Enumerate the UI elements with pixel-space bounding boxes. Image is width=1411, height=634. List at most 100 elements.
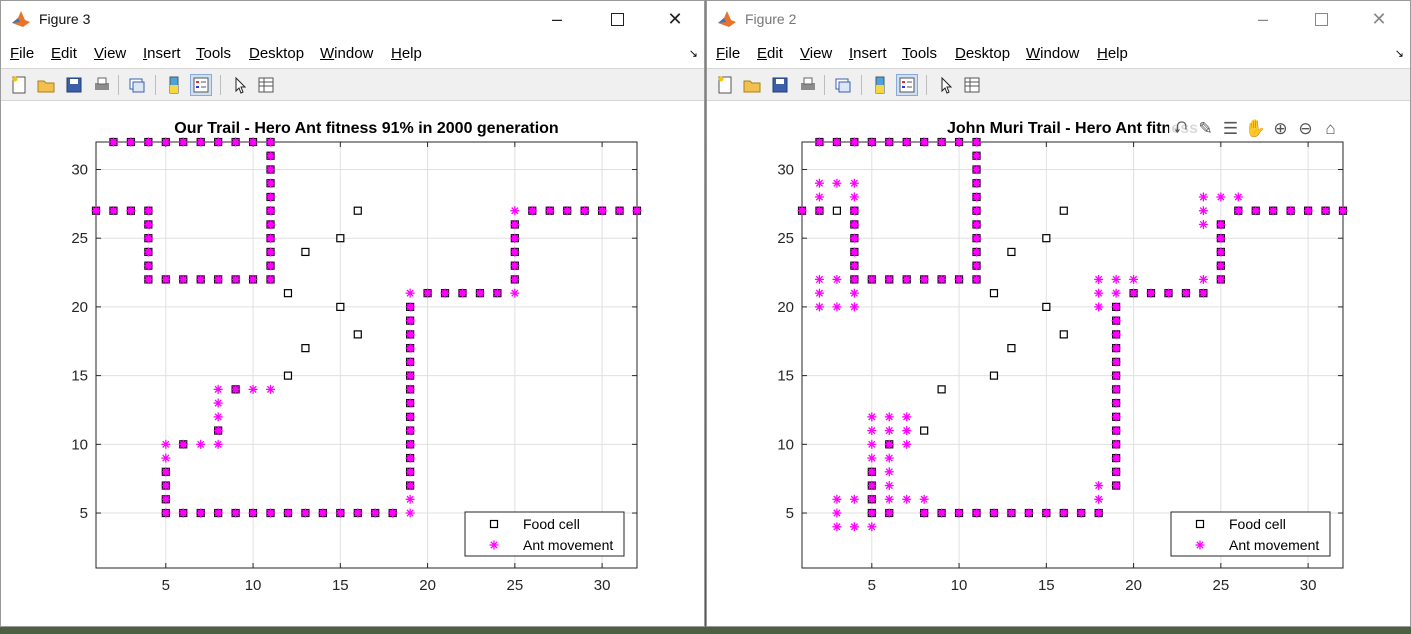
ant-movement-marker (213, 508, 223, 518)
menu-tools[interactable]: Tools (196, 45, 231, 62)
zoom-out-icon[interactable]: ⊖ (1294, 118, 1317, 140)
ant-movement-marker (405, 412, 415, 422)
title-bar[interactable]: Figure 2 – ✕ (707, 1, 1410, 37)
food-cell-marker (989, 289, 999, 298)
y-tick-label: 10 (71, 436, 88, 453)
y-tick-label: 20 (777, 299, 794, 316)
menu-file[interactable]: File (716, 45, 740, 62)
x-tick-label: 10 (951, 577, 968, 594)
x-tick-label: 5 (868, 577, 876, 594)
link-plot-icon[interactable] (126, 74, 148, 96)
ant-movement-marker (143, 247, 153, 257)
ant-movement-marker (266, 164, 276, 174)
insert-colorbar-icon[interactable] (869, 74, 891, 96)
food-cell-marker (920, 426, 929, 435)
open-file-icon[interactable] (741, 74, 763, 96)
pan-hand-icon[interactable]: ✋ (1244, 118, 1267, 140)
open-file-icon[interactable] (35, 74, 57, 96)
maximize-button[interactable] (1301, 7, 1341, 31)
legend[interactable]: Food cell Ant movement (464, 511, 625, 557)
ant-movement-marker (248, 508, 258, 518)
export-icon[interactable]: ⮏ (1169, 118, 1192, 140)
minimize-button[interactable]: – (1243, 7, 1283, 31)
edit-plot-pointer-icon[interactable] (229, 74, 251, 96)
ant-movement-marker (178, 137, 188, 147)
ant-movement-marker (510, 206, 520, 216)
ant-movement-marker (1338, 206, 1348, 216)
trail-scatter-chart[interactable]: 5 10 15 20 25 30 5 10 15 20 25 30 Our Trail - Hero A… (1, 102, 704, 626)
ant-movement-marker (1216, 261, 1226, 271)
edit-plot-pointer-icon[interactable] (935, 74, 957, 96)
insert-colorbar-icon[interactable] (163, 74, 185, 96)
food-cell-marker (353, 206, 362, 215)
property-inspector-icon[interactable] (961, 74, 983, 96)
legend-food-marker (489, 519, 499, 529)
window-title: Figure 3 (39, 11, 91, 27)
food-cell-marker (301, 247, 310, 257)
maximize-button[interactable] (597, 7, 637, 31)
x-tick-label: 30 (594, 577, 611, 594)
save-icon[interactable] (769, 74, 791, 96)
insert-legend-icon[interactable] (896, 74, 918, 96)
ant-movement-marker (440, 288, 450, 298)
title-bar[interactable]: Figure 3 – ✕ (1, 1, 704, 37)
menu-edit[interactable]: Edit (757, 45, 783, 62)
ant-movement-marker (126, 137, 136, 147)
food-cell-marker (937, 385, 946, 394)
print-icon[interactable] (91, 74, 113, 96)
menu-file[interactable]: File (10, 45, 34, 62)
menu-desktop[interactable]: Desktop (249, 45, 304, 62)
y-tick-label: 30 (71, 161, 88, 178)
menu-view[interactable]: View (800, 45, 832, 62)
menu-view[interactable]: View (94, 45, 126, 62)
dock-figure-icon[interactable]: ↘ (1395, 47, 1404, 60)
menu-bar: File Edit View Insert Tools Desktop Window Help… (1, 41, 704, 67)
print-icon[interactable] (797, 74, 819, 96)
menu-insert[interactable]: Insert (849, 45, 887, 62)
link-plot-icon[interactable] (832, 74, 854, 96)
menu-bar: File Edit View Insert Tools Desktop Window Help… (707, 41, 1410, 67)
ant-movement-marker (266, 137, 276, 147)
zoom-in-icon[interactable]: ⊕ (1269, 118, 1292, 140)
menu-desktop[interactable]: Desktop (955, 45, 1010, 62)
dock-figure-icon[interactable]: ↘ (689, 47, 698, 60)
ant-movement-marker (213, 412, 223, 422)
new-figure-icon[interactable] (714, 74, 736, 96)
food-cell-marker (1059, 330, 1068, 339)
ant-movement-marker (266, 247, 276, 257)
save-icon[interactable] (63, 74, 85, 96)
new-figure-icon[interactable] (8, 74, 30, 96)
ant-movement-marker (108, 137, 118, 147)
ant-movement-marker (405, 343, 415, 353)
ant-movement-marker (283, 508, 293, 518)
menu-help[interactable]: Help (391, 45, 422, 62)
insert-legend-icon[interactable] (190, 74, 212, 96)
figure-window-2[interactable]: Figure 2 – ✕ File Edit View Insert Tools Desk… (706, 0, 1411, 627)
ant-movement-marker (510, 247, 520, 257)
ant-movement-marker (161, 439, 171, 449)
ant-movement-marker (266, 508, 276, 518)
menu-insert[interactable]: Insert (143, 45, 181, 62)
close-button[interactable]: ✕ (1359, 7, 1399, 31)
food-cell-marker (283, 371, 293, 380)
menu-tools[interactable]: Tools (902, 45, 937, 62)
menu-edit[interactable]: Edit (51, 45, 77, 62)
minimize-button[interactable]: – (537, 7, 577, 31)
menu-help[interactable]: Help (1097, 45, 1128, 62)
menu-window[interactable]: Window (320, 45, 373, 62)
data-tips-icon[interactable]: ☰ (1219, 118, 1242, 140)
property-inspector-icon[interactable] (255, 74, 277, 96)
brush-icon[interactable]: ✎ (1194, 118, 1217, 140)
ant-movement-marker (161, 508, 171, 518)
ant-movement-marker (248, 137, 258, 147)
y-tick-label: 25 (71, 230, 88, 247)
ant-movement-marker (143, 261, 153, 271)
figure-window-3[interactable]: Figure 3 – ✕ File Edit View Insert Tools Desk… (0, 0, 705, 627)
trail-scatter-chart[interactable]: 5 10 15 20 25 30 5 10 15 20 25 30 John Muri Trail - … (707, 102, 1410, 626)
home-restore-icon[interactable]: ⌂ (1319, 118, 1342, 140)
legend[interactable]: Food cell Ant movement (1170, 511, 1331, 557)
close-button[interactable]: ✕ (655, 7, 695, 31)
menu-window[interactable]: Window (1026, 45, 1079, 62)
ant-movement-marker (266, 206, 276, 216)
food-cell-marker (301, 344, 310, 353)
